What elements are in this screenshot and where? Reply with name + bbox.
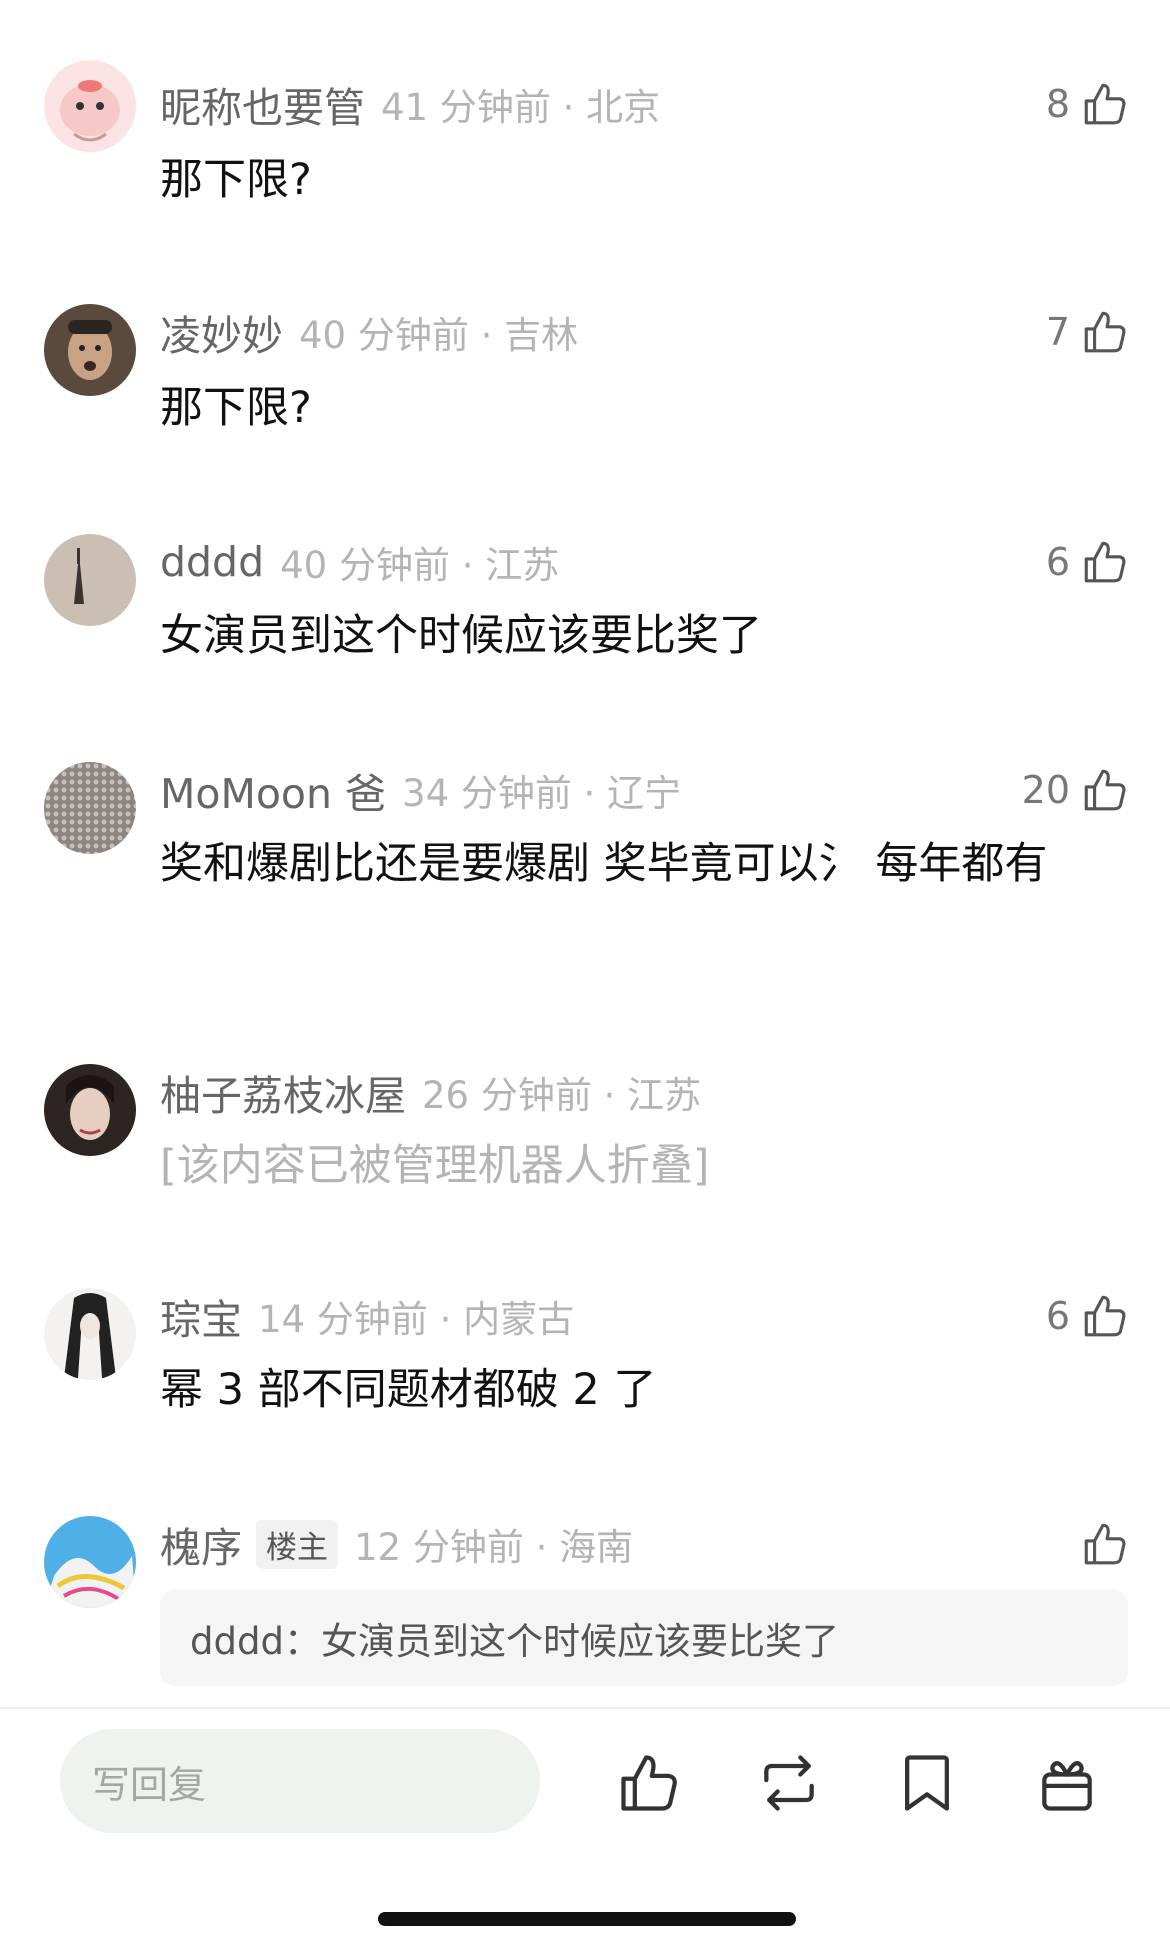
avatar[interactable] xyxy=(44,1516,136,1608)
folded-comment-notice[interactable]: [该内容已被管理机器人折叠] xyxy=(160,1130,1120,1202)
like-count: 8 xyxy=(1045,82,1070,126)
username[interactable]: 槐序 xyxy=(160,1514,242,1574)
username[interactable]: 琮宝 xyxy=(160,1286,242,1346)
thumbs-up-icon[interactable] xyxy=(1080,79,1130,129)
username[interactable]: 柚子荔枝冰屋 xyxy=(160,1062,406,1122)
reply-placeholder: 写回复 xyxy=(92,1762,207,1807)
quoted-text: 女演员到这个时候应该要比奖了 xyxy=(320,1620,839,1663)
comment-time: 14 分钟前 · 内蒙古 xyxy=(258,1298,575,1341)
comment-time: 41 分钟前 · 北京 xyxy=(381,86,661,129)
avatar[interactable] xyxy=(44,762,136,854)
username[interactable]: 凌妙妙 xyxy=(160,302,283,362)
gift-icon[interactable] xyxy=(1033,1749,1101,1817)
comment-meta: 昵称也要管 41 分钟前 · 北京 xyxy=(160,76,660,132)
thumbs-up-icon[interactable] xyxy=(1080,1291,1130,1341)
comment-text: 那下限? xyxy=(160,383,312,433)
username[interactable]: MoMoon 爸 xyxy=(160,760,386,820)
comment-text: 女演员到这个时候应该要比奖了 xyxy=(160,611,762,661)
repost-icon[interactable] xyxy=(755,1749,823,1817)
quoted-username: dddd： xyxy=(190,1620,321,1663)
comment-text: 那下限? xyxy=(160,155,312,205)
like-button[interactable]: 6 xyxy=(1046,534,1130,590)
author-badge: 楼主 xyxy=(256,1519,338,1569)
avatar[interactable] xyxy=(44,304,136,396)
bookmark-icon[interactable] xyxy=(893,1749,961,1817)
comment-time: 40 分钟前 · 吉林 xyxy=(299,314,579,357)
thumbs-up-icon[interactable] xyxy=(1080,1519,1130,1569)
like-button[interactable]: 6 xyxy=(1046,1288,1130,1344)
like-button[interactable] xyxy=(1080,1516,1130,1572)
comment-time: 12 分钟前 · 海南 xyxy=(354,1526,634,1569)
comment-meta: 柚子荔枝冰屋 26 分钟前 · 江苏 xyxy=(160,1064,701,1120)
comment-meta: 琮宝 14 分钟前 · 内蒙古 xyxy=(160,1288,574,1344)
comment-time: 40 分钟前 · 江苏 xyxy=(280,544,560,587)
avatar[interactable] xyxy=(44,60,136,152)
comment-meta: 槐序 楼主 12 分钟前 · 海南 xyxy=(160,1516,633,1572)
comment-meta: MoMoon 爸 34 分钟前 · 辽宁 xyxy=(160,762,681,818)
comment-text: 幂 3 部不同题材都破 2 了 xyxy=(160,1365,657,1415)
like-count: 6 xyxy=(1045,540,1070,584)
avatar[interactable] xyxy=(44,1288,136,1380)
comment-text: 奖和爆剧比还是要爆剧 奖毕竟可以氵 每年都有 xyxy=(160,839,1048,889)
home-indicator[interactable] xyxy=(378,1912,796,1926)
comment-time: 26 分钟前 · 江苏 xyxy=(422,1074,702,1117)
like-button[interactable]: 7 xyxy=(1046,304,1130,360)
reply-input[interactable]: 写回复 xyxy=(60,1729,540,1833)
thumbs-up-icon[interactable] xyxy=(615,1749,683,1817)
like-button[interactable]: 20 xyxy=(1022,762,1130,818)
like-count: 20 xyxy=(1021,768,1070,812)
thumbs-up-icon[interactable] xyxy=(1080,765,1130,815)
like-count: 6 xyxy=(1045,1294,1070,1338)
avatar[interactable] xyxy=(44,534,136,626)
thumbs-up-icon[interactable] xyxy=(1080,537,1130,587)
comment-meta: dddd 40 分钟前 · 江苏 xyxy=(160,534,559,590)
quoted-comment[interactable]: dddd： 女演员到这个时候应该要比奖了 xyxy=(160,1590,1128,1686)
avatar[interactable] xyxy=(44,1064,136,1156)
username[interactable]: dddd xyxy=(160,538,264,586)
username[interactable]: 昵称也要管 xyxy=(160,74,365,134)
comment-time: 34 分钟前 · 辽宁 xyxy=(402,772,682,815)
comment-meta: 凌妙妙 40 分钟前 · 吉林 xyxy=(160,304,578,360)
thumbs-up-icon[interactable] xyxy=(1080,307,1130,357)
like-count: 7 xyxy=(1045,310,1070,354)
like-button[interactable]: 8 xyxy=(1046,76,1130,132)
